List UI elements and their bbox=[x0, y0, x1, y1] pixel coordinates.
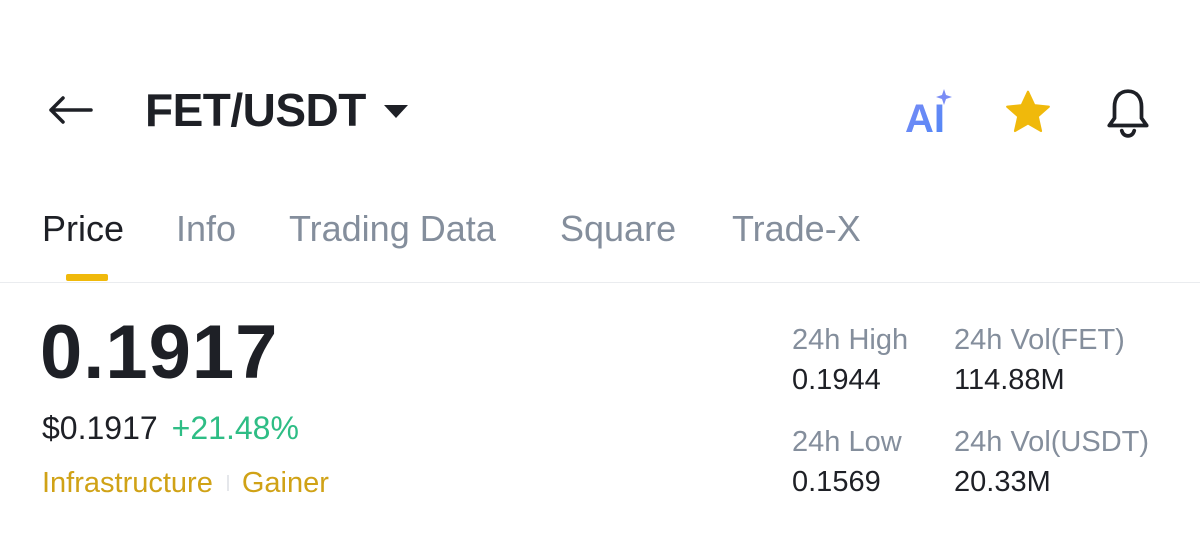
stat-value: 0.1569 bbox=[792, 466, 881, 498]
bell-icon bbox=[1107, 89, 1149, 138]
active-tab-indicator bbox=[66, 274, 108, 281]
usd-price: $0.1917 bbox=[42, 410, 158, 446]
ai-assistant-button[interactable]: AI bbox=[900, 85, 956, 141]
stat-24h-vol-base: 24h Vol(FET) 114.88M bbox=[954, 322, 1125, 398]
stat-label: 24h Vol(FET) bbox=[954, 324, 1125, 356]
tab-trading-data[interactable]: Trading Data bbox=[289, 208, 496, 250]
caret-down-icon bbox=[383, 104, 408, 118]
price-change-percent: +21.48% bbox=[171, 410, 299, 446]
favorite-button[interactable] bbox=[1000, 85, 1056, 141]
tab-price[interactable]: Price bbox=[42, 208, 124, 250]
tag-gainer[interactable]: Gainer bbox=[242, 464, 329, 502]
top-header: FET/USDT AI bbox=[0, 60, 1200, 160]
stat-value: 114.88M bbox=[954, 364, 1065, 396]
stat-24h-high: 24h High 0.1944 bbox=[792, 322, 908, 398]
stat-value: 0.1944 bbox=[792, 364, 881, 396]
alert-button[interactable] bbox=[1100, 85, 1156, 141]
tab-trade-x[interactable]: Trade-X bbox=[732, 208, 861, 250]
tag-divider bbox=[226, 475, 229, 491]
back-button[interactable] bbox=[40, 85, 100, 135]
pair-selector[interactable]: FET/USDT bbox=[145, 82, 408, 138]
stat-24h-low: 24h Low 0.1569 bbox=[792, 424, 902, 500]
stat-label: 24h Vol(USDT) bbox=[954, 426, 1150, 458]
ai-label: AI bbox=[905, 97, 945, 141]
tab-info[interactable]: Info bbox=[176, 208, 236, 250]
stat-value: 20.33M bbox=[954, 466, 1051, 498]
ai-icon: AI bbox=[905, 89, 952, 141]
tab-bar: Price Info Trading Data Square Trade-X bbox=[0, 200, 1200, 283]
back-arrow-icon bbox=[49, 96, 93, 124]
stat-label: 24h High bbox=[792, 324, 909, 356]
stat-24h-vol-quote: 24h Vol(USDT) 20.33M bbox=[954, 424, 1149, 500]
pair-title: FET/USDT bbox=[145, 84, 366, 136]
last-price: 0.1917 bbox=[40, 310, 279, 395]
star-icon bbox=[1006, 90, 1050, 133]
tag-infrastructure[interactable]: Infrastructure bbox=[42, 464, 213, 502]
tab-square[interactable]: Square bbox=[560, 208, 676, 250]
stat-label: 24h Low bbox=[792, 426, 902, 458]
tag-list: Infrastructure Gainer bbox=[42, 464, 329, 502]
price-subline: $0.1917 +21.48% bbox=[42, 408, 299, 448]
